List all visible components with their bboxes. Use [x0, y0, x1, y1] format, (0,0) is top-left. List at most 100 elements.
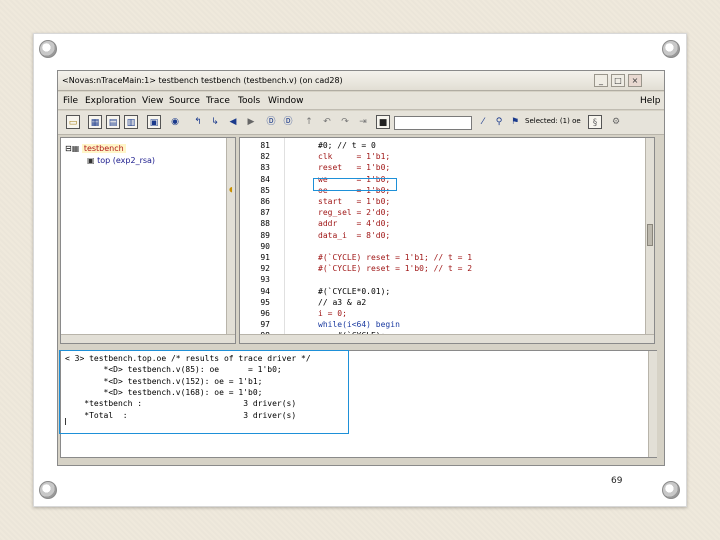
- code-text: reg_sel = 2'd0;: [318, 208, 391, 218]
- tree-node-label: top (exp2_rsa): [97, 156, 156, 165]
- code-line[interactable]: 90: [240, 241, 644, 252]
- hierarchy-icon[interactable]: ▦: [88, 115, 102, 129]
- line-number: 94: [260, 286, 270, 296]
- breakpoint-marker-icon[interactable]: ◖: [228, 185, 233, 196]
- properties-icon[interactable]: §: [588, 115, 602, 129]
- toolbar: ▭ ▦ ▤ ▥ ▣ ◉ ↰ ↳ ◀ ▶ Ⓓ Ⓓ ↑ ↶ ↷ ⇥ ■ ⁄ ⚲ ⚑ …: [58, 111, 664, 135]
- code-line[interactable]: 87 reg_sel = 2'd0;: [240, 207, 644, 218]
- step-forward-icon[interactable]: ↷: [338, 115, 352, 129]
- line-number: 92: [260, 264, 270, 274]
- code-text: while(i<64) begin: [318, 320, 400, 330]
- code-line[interactable]: 92 #(`CYCLE) reset = 1'b0; // t = 2: [240, 263, 644, 274]
- pin-icon: [662, 481, 680, 499]
- code-line[interactable]: 94 #(`CYCLE*0.01);: [240, 286, 644, 297]
- minimize-button[interactable]: _: [594, 74, 608, 87]
- line-number: 90: [260, 241, 270, 251]
- code-line[interactable]: 96 i = 0;: [240, 308, 644, 319]
- code-text: #(`CYCLE) reset = 1'b1; // t = 1: [318, 253, 473, 262]
- menu-window[interactable]: Window: [268, 92, 304, 110]
- close-button[interactable]: ×: [628, 74, 642, 87]
- highlight-trace-results: [59, 350, 349, 434]
- pin-icon: [39, 481, 57, 499]
- line-number: 82: [260, 152, 270, 162]
- driver-d-icon[interactable]: Ⓓ: [264, 115, 278, 129]
- line-number: 87: [260, 208, 270, 218]
- line-number: 81: [260, 141, 270, 150]
- line-number: 96: [260, 309, 270, 318]
- menu-tools[interactable]: Tools: [238, 92, 260, 110]
- scroll-thumb[interactable]: [647, 224, 653, 246]
- up-arrow-icon[interactable]: ↑: [302, 115, 316, 129]
- code-line[interactable]: 85 oe = 1'b0; ◖: [228, 185, 644, 196]
- find-person-icon[interactable]: ⚑: [508, 115, 522, 129]
- code-text: i = 0;: [318, 309, 347, 318]
- line-number: 86: [260, 197, 270, 206]
- open-folder-icon[interactable]: ▭: [66, 115, 80, 129]
- settings-icon[interactable]: ⚙: [609, 115, 623, 129]
- page-number: 69: [611, 476, 623, 486]
- waveform-icon[interactable]: ▥: [124, 115, 138, 129]
- code-text: #(`CYCLE*0.01);: [318, 286, 391, 296]
- code-line[interactable]: 82 clk = 1'b1;: [240, 151, 644, 162]
- source-pane: 81 #0; // t = 0 82 clk = 1'b1; 83 reset = 1'b…: [228, 137, 655, 344]
- back-arrow-icon[interactable]: ◀: [226, 115, 240, 129]
- save-icon[interactable]: ■: [376, 115, 390, 129]
- code-line[interactable]: 95 // a3 & a2: [240, 297, 644, 308]
- menu-exploration[interactable]: Exploration: [85, 92, 136, 110]
- menu-view[interactable]: View: [142, 92, 163, 110]
- step-back-icon[interactable]: ↶: [320, 115, 334, 129]
- code-text: data_i = 8'd0;: [318, 230, 391, 240]
- pin-icon: [39, 40, 57, 58]
- code-line[interactable]: 83 reset = 1'b0;: [240, 162, 644, 173]
- maximize-button[interactable]: □: [611, 74, 625, 87]
- highlight-oe-line: [313, 178, 397, 191]
- tree-horizontal-scrollbar[interactable]: [61, 334, 235, 343]
- code-line[interactable]: 86 start = 1'b0;: [240, 196, 644, 207]
- line-number: 97: [260, 320, 270, 330]
- code-line[interactable]: 89 data_i = 8'd0;: [240, 230, 644, 241]
- tree-node-testbench[interactable]: ⊟▦ testbench: [65, 144, 126, 153]
- collapse-icon[interactable]: ⊟: [65, 144, 72, 153]
- console-vertical-scrollbar[interactable]: [648, 351, 657, 457]
- menubar: File Exploration View Source Trace Tools…: [58, 92, 664, 110]
- code-line[interactable]: 88 addr = 4'd0;: [240, 218, 644, 229]
- pin-icon: [662, 40, 680, 58]
- menu-help[interactable]: Help: [640, 92, 661, 110]
- instance-icon: ▣: [87, 156, 95, 165]
- selected-label: Selected: (1) oe: [525, 117, 581, 125]
- line-number: 95: [260, 297, 270, 307]
- line-number: 88: [260, 219, 270, 229]
- hierarchy-pane: ⊟▦ testbench ▣ top (exp2_rsa): [60, 137, 236, 344]
- source-vertical-scrollbar[interactable]: [645, 138, 654, 334]
- schematic-icon[interactable]: ▣: [147, 115, 161, 129]
- source-window-icon[interactable]: ▤: [106, 115, 120, 129]
- find-next-icon[interactable]: ⚲: [492, 115, 506, 129]
- export-icon[interactable]: ⇥: [356, 115, 370, 129]
- line-number: 85: [260, 185, 270, 195]
- code-text: reset = 1'b0;: [318, 163, 391, 173]
- menu-source[interactable]: Source: [169, 92, 200, 110]
- driver-d-next-icon[interactable]: Ⓓ: [281, 115, 295, 129]
- menu-trace[interactable]: Trace: [206, 92, 230, 110]
- window-titlebar: <Novas:nTraceMain:1> testbench testbench…: [58, 71, 664, 91]
- menu-file[interactable]: File: [63, 92, 78, 110]
- eye-icon[interactable]: ◉: [168, 115, 182, 129]
- source-horizontal-scrollbar[interactable]: [240, 334, 654, 343]
- forward-arrow-icon[interactable]: ▶: [244, 115, 258, 129]
- tree-vertical-scrollbar[interactable]: [226, 138, 235, 334]
- code-text: #(`CYCLE) reset = 1'b0; // t = 2: [318, 264, 473, 274]
- code-line[interactable]: 91 #(`CYCLE) reset = 1'b1; // t = 1: [240, 252, 644, 263]
- find-icon[interactable]: ⁄: [476, 115, 490, 129]
- trace-load-icon[interactable]: ↳: [208, 115, 222, 129]
- code-line[interactable]: 97 while(i<64) begin: [240, 319, 644, 330]
- search-input[interactable]: [394, 116, 472, 130]
- code-line[interactable]: 84 we = 1'b0;: [240, 174, 644, 185]
- gutter-separator: [284, 138, 285, 334]
- line-number: 93: [260, 275, 270, 285]
- code-text: clk = 1'b1;: [318, 152, 391, 162]
- trace-driver-icon[interactable]: ↰: [191, 115, 205, 129]
- code-line[interactable]: 93: [240, 274, 644, 285]
- code-line[interactable]: 81 #0; // t = 0: [240, 140, 644, 151]
- tree-node-label: testbench: [81, 144, 126, 153]
- tree-node-top[interactable]: ▣ top (exp2_rsa): [87, 156, 155, 165]
